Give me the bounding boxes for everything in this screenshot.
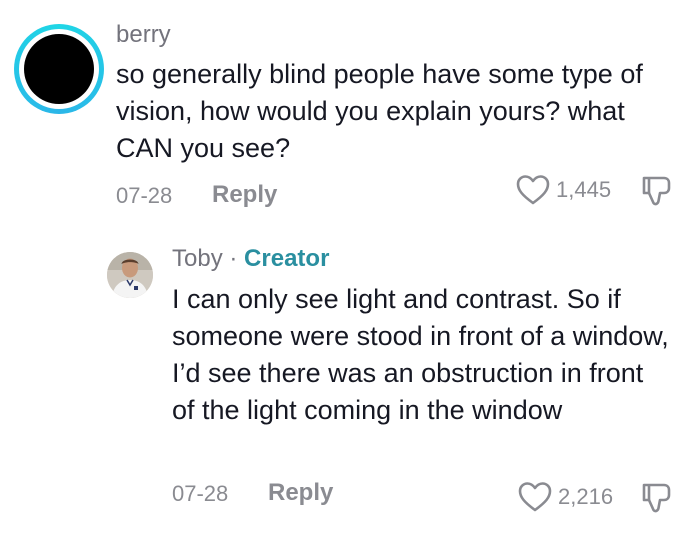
comment-username[interactable]: berry [116,20,171,50]
avatar-image [24,34,94,104]
like-count: 1,445 [556,177,612,202]
reply-like-count: 2,216 [558,484,614,509]
comment-text: so generally blind people have some type… [116,59,643,163]
avatar-photo [107,252,153,298]
creator-badge: Creator [244,245,330,272]
reply-like-button[interactable] [518,481,552,513]
separator-dot: · [229,245,238,272]
comment-date: 07-28 [116,183,173,208]
thumbs-down-icon [640,174,676,208]
heart-icon [516,174,550,206]
reply-reply-button[interactable]: Reply [268,479,333,507]
heart-icon [518,481,552,513]
reply-username[interactable]: Toby [172,245,223,272]
avatar[interactable] [14,24,104,114]
reply-date: 07-28 [172,481,229,506]
dislike-button[interactable] [640,174,676,208]
reply-username-line: Toby · Creator [172,244,329,274]
reply-text: I can only see light and contrast. So if… [172,284,669,425]
like-button[interactable] [516,174,550,206]
creator-avatar[interactable] [107,252,153,298]
reply-dislike-button[interactable] [640,481,676,515]
reply-button[interactable]: Reply [212,181,277,209]
thumbs-down-icon [640,481,676,515]
